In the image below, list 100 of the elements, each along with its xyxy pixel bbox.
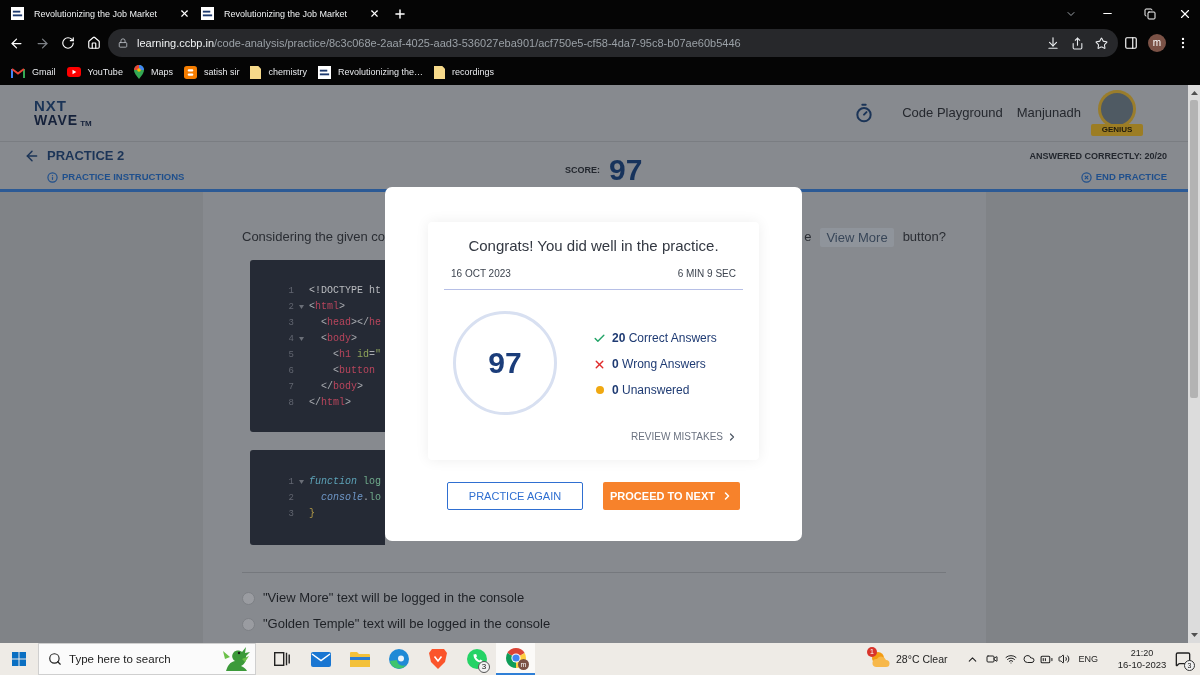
bookmark[interactable]: Revolutionizing the… — [317, 62, 423, 82]
play-icon — [66, 67, 81, 77]
code-line: </body> — [320, 380, 364, 394]
back-icon[interactable] — [8, 35, 24, 51]
question-text: Considering the given co — [242, 229, 386, 245]
profile-avatar[interactable]: m — [1148, 34, 1166, 52]
browser-tab[interactable]: Revolutionizing the Job Market — [11, 2, 201, 25]
side-panel-icon[interactable] — [1124, 36, 1138, 50]
tile-icon — [183, 65, 197, 79]
rank-ribbon: GENIUS — [1091, 124, 1143, 136]
scroll-down-icon[interactable] — [1190, 633, 1198, 637]
score-value: 97 — [488, 347, 522, 379]
restore-icon[interactable] — [1144, 7, 1156, 20]
stat-text: 20 Correct Answers — [612, 330, 717, 346]
code-line: <body> — [320, 332, 358, 346]
code-line: </html> — [309, 396, 352, 410]
sun-cloud-icon — [870, 650, 890, 668]
radio-button[interactable] — [242, 617, 255, 631]
download-icon[interactable] — [1046, 36, 1060, 50]
answered-count: ANSWERED CORRECTLY: 20/20 — [1029, 150, 1167, 162]
bookmark[interactable]: satish sir — [183, 62, 240, 82]
camera-icon[interactable] — [986, 653, 999, 665]
new-tab-icon[interactable] — [393, 6, 407, 21]
close-icon[interactable] — [179, 8, 190, 19]
cloud-icon[interactable] — [1023, 653, 1036, 665]
fold-caret-icon[interactable] — [299, 480, 304, 484]
creature-icon — [220, 645, 252, 673]
code-playground-link[interactable]: Code Playground — [902, 105, 1003, 121]
search-icon — [48, 652, 62, 666]
question-text: button? — [902, 229, 946, 245]
practice-again-button[interactable]: PRACTICE AGAIN — [447, 482, 583, 510]
m-logo-icon — [11, 66, 25, 78]
close-icon[interactable] — [369, 8, 380, 19]
back-arrow-icon[interactable] — [24, 148, 40, 164]
forward-icon[interactable] — [34, 35, 50, 51]
score-label: SCORE: — [565, 164, 600, 176]
page-icon — [11, 7, 24, 20]
notification-icon[interactable] — [1175, 651, 1191, 667]
stat-text: 0 Wrong Answers — [612, 356, 706, 372]
shield-icon[interactable] — [428, 649, 447, 669]
search-field[interactable]: Type here to search — [38, 643, 256, 675]
practice-title: PRACTICE 2 — [47, 148, 125, 164]
swirl-logo-icon[interactable] — [388, 649, 409, 669]
phone-icon[interactable] — [466, 649, 487, 669]
browser-logo-icon[interactable] — [505, 648, 526, 668]
windows-start-icon[interactable] — [12, 652, 26, 666]
stat-text: 0 Unanswered — [612, 382, 690, 398]
notification-count: 3 — [478, 661, 490, 673]
folder-icon — [434, 65, 445, 79]
bookmark[interactable]: YouTube — [66, 62, 123, 82]
star-icon[interactable] — [1094, 36, 1108, 50]
radio-button[interactable] — [242, 591, 255, 605]
code-line: <!DOCTYPE ht — [309, 284, 381, 298]
volume-icon[interactable] — [1058, 653, 1071, 665]
status-dot-icon — [595, 386, 604, 394]
folder-icon — [250, 65, 262, 79]
review-mistakes-link[interactable]: REVIEW MISTAKES — [630, 429, 738, 445]
option-text: "Golden Temple" text will be logged in the console — [263, 616, 551, 632]
language-indicator[interactable]: ENG — [1078, 653, 1098, 665]
option-text: "View More" text will be logged in the console — [263, 590, 525, 606]
bookmark[interactable]: Maps — [133, 62, 173, 82]
line-number: 1 — [287, 476, 294, 488]
browser-tab[interactable]: Revolutionizing the Job Market — [201, 2, 391, 25]
result-title: Congrats! You did well in the practice. — [468, 236, 719, 256]
user-name: Manjunadh — [1016, 105, 1081, 121]
page-icon — [201, 7, 214, 20]
code-line: <html> — [309, 300, 346, 314]
fold-caret-icon[interactable] — [299, 337, 304, 341]
url-text: learning.ccbp.in/code-analysis/practice/8c3c068e-2aaf-4025-aad3-536027eba901/acf750e5-cf58-4da7-95c8-b07ae60b5446 — [137, 36, 741, 50]
address-bar[interactable]: learning.ccbp.in/code-analysis/practice/8c3c068e-2aaf-4025-aad3-536027eba901/acf750e5-cf58-4da7-95c8-b07ae60b5446 — [108, 29, 1118, 57]
code-line: <head></he — [320, 316, 382, 330]
stopwatch-icon[interactable] — [854, 103, 875, 123]
bookmark[interactable]: chemistry — [250, 62, 307, 82]
home-icon[interactable] — [87, 36, 101, 50]
page-icon — [317, 65, 331, 79]
scroll-up-icon[interactable] — [1190, 91, 1198, 95]
question-text: e — [804, 229, 812, 245]
bookmark[interactable]: recordings — [434, 62, 495, 82]
practice-duration: 6 MIN 9 SEC — [677, 267, 736, 281]
wifi-icon[interactable] — [1005, 653, 1018, 665]
clock[interactable]: 21:20 16-10-2023 — [1116, 647, 1168, 671]
code-line: } — [309, 507, 315, 521]
line-number: 1 — [287, 285, 294, 297]
lock-icon — [118, 38, 128, 48]
task-view-icon[interactable] — [273, 652, 290, 666]
scrollbar-thumb[interactable] — [1190, 100, 1198, 398]
code-line: <h1 id=" — [332, 348, 382, 362]
line-number: 7 — [287, 381, 294, 393]
map-pin-icon — [133, 65, 144, 79]
code-line: console.lo — [320, 491, 382, 505]
folder-icon[interactable] — [349, 651, 370, 667]
practice-date: 16 OCT 2023 — [451, 267, 511, 281]
code-line: <button — [332, 364, 376, 378]
share-icon[interactable] — [1070, 36, 1084, 50]
fold-caret-icon[interactable] — [299, 305, 304, 309]
envelope-icon[interactable] — [310, 651, 331, 667]
bookmark[interactable]: Gmail — [11, 62, 56, 82]
close-circle-icon — [1080, 171, 1092, 183]
reload-icon[interactable] — [61, 36, 75, 50]
score-value: 97 — [609, 155, 643, 185]
